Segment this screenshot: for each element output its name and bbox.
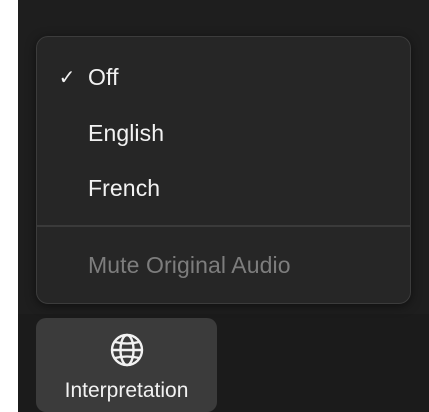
menu-item-off[interactable]: ✓ Off	[37, 55, 410, 99]
globe-icon	[110, 333, 144, 367]
menu-item-mute-original-audio[interactable]: Mute Original Audio	[37, 243, 410, 287]
interpretation-button[interactable]: Interpretation	[36, 318, 217, 412]
interpretation-menu: ✓ Off English French Mute Original Audio	[36, 36, 411, 304]
menu-item-french[interactable]: French	[37, 166, 410, 210]
app-window: ✓ Off English French Mute Original Audio…	[18, 0, 429, 412]
menu-item-label: English	[88, 119, 165, 146]
menu-divider	[37, 225, 410, 227]
menu-item-english[interactable]: English	[37, 111, 410, 155]
checkmark-icon: ✓	[58, 66, 76, 89]
interpretation-label: Interpretation	[64, 379, 189, 402]
menu-item-label: Mute Original Audio	[88, 251, 291, 278]
menu-item-label: French	[88, 174, 161, 201]
menu-item-label: Off	[88, 63, 119, 90]
